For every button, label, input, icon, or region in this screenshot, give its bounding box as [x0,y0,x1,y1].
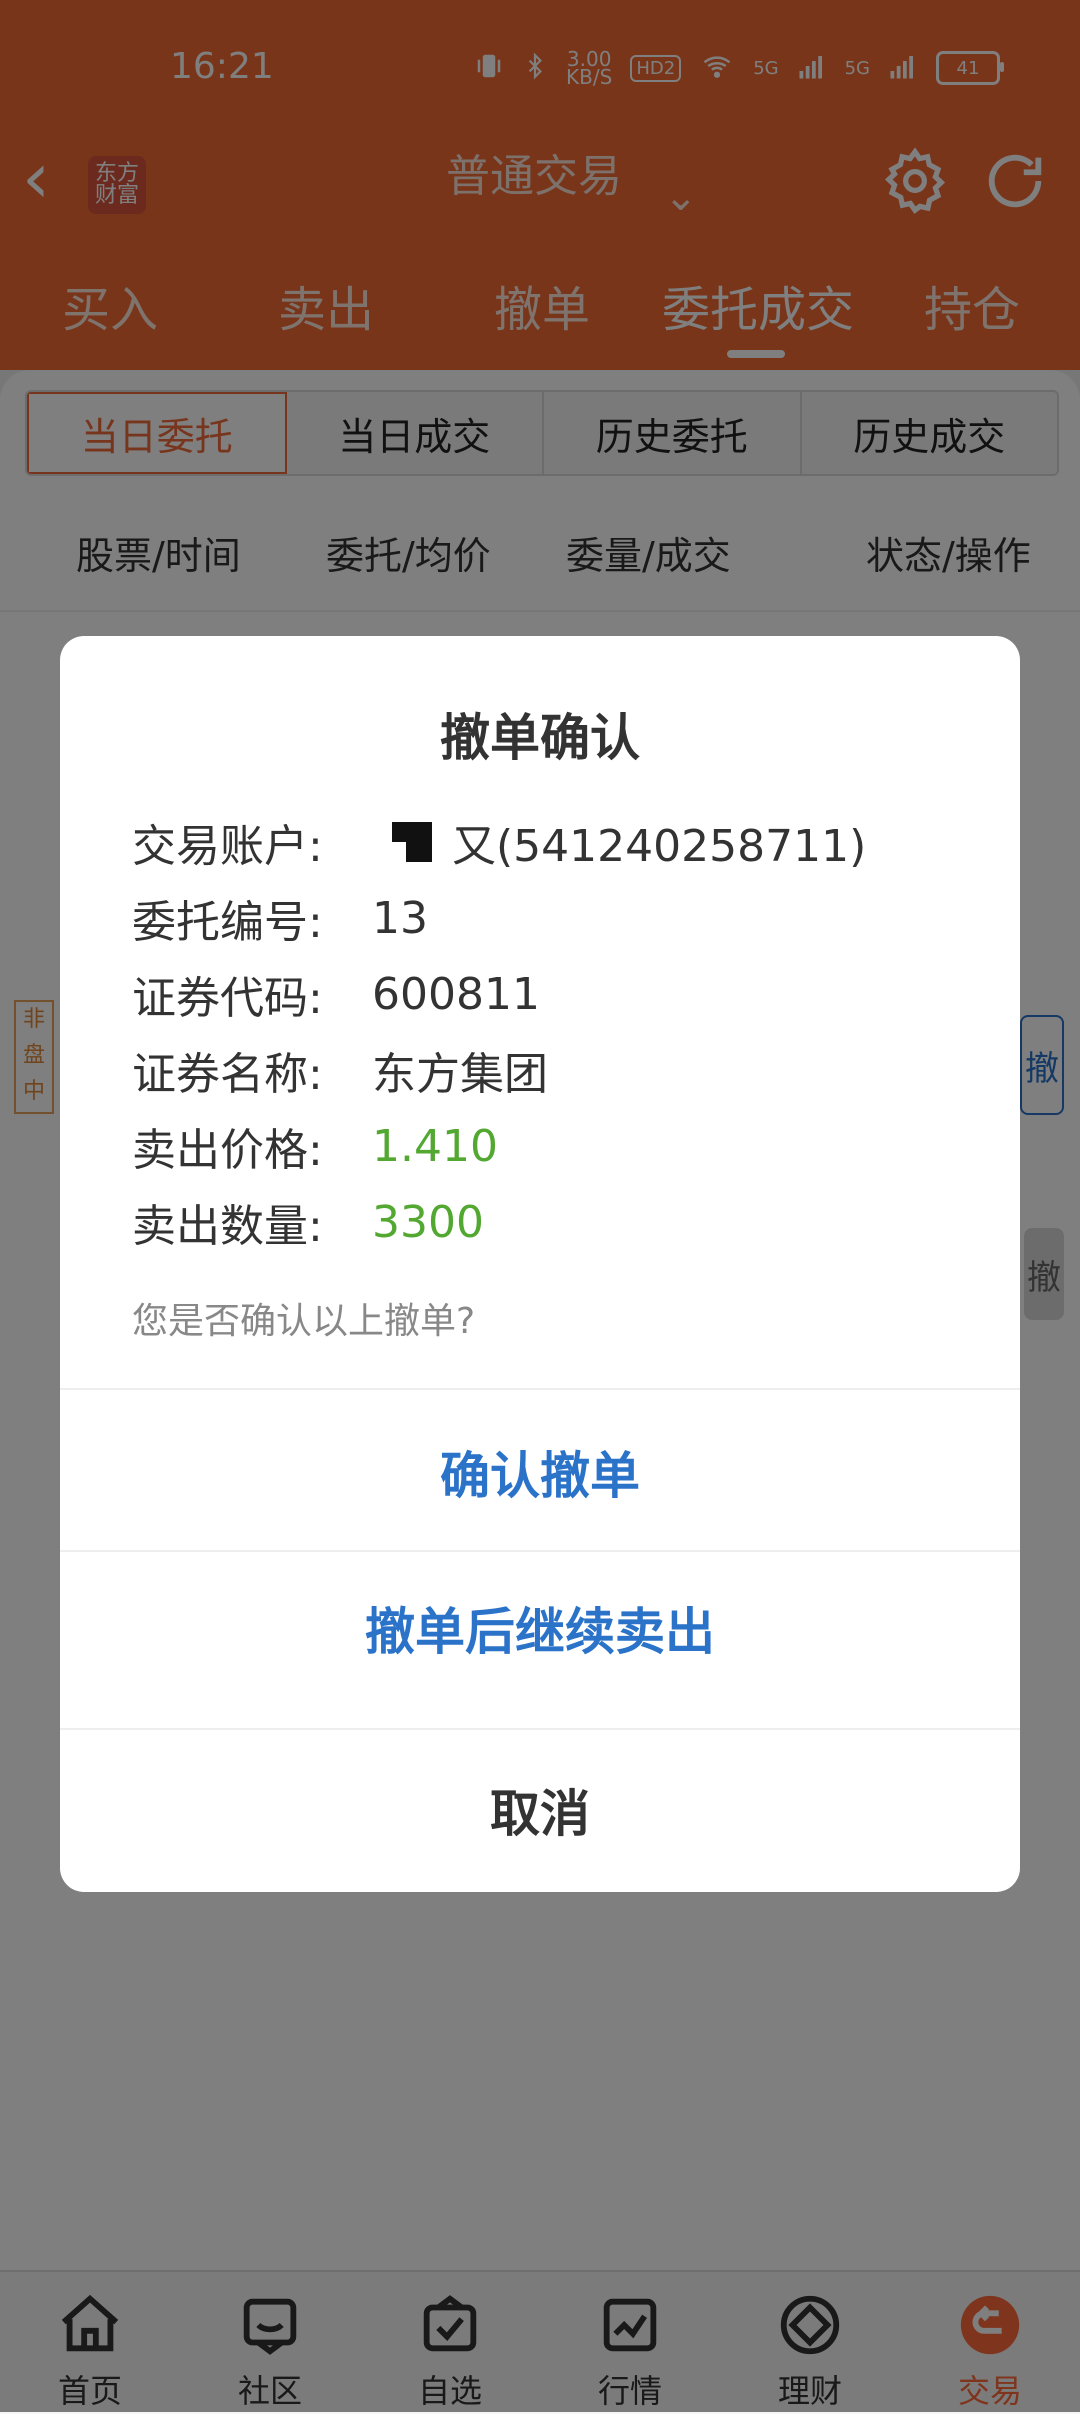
divider-2 [60,1550,1020,1552]
label-name: 证券名称: [132,1049,323,1100]
value-code: 600811 [372,968,540,1020]
order-info: 交易账户: 又(541240258711) 委托编号: 13 证券代码: 600… [132,804,972,1260]
cancel-confirm-dialog: 撤单确认 交易账户: 又(541240258711) 委托编号: 13 证券代码… [60,636,1020,1892]
cancel-and-sell-button[interactable]: 撤单后继续卖出 [60,1592,1020,1664]
label-code: 证券代码: [132,973,323,1024]
label-account: 交易账户: [132,821,323,872]
divider-3 [60,1728,1020,1730]
confirm-question: 您是否确认以上撤单? [132,1301,476,1342]
info-row-order-id: 委托编号: 13 [132,880,972,956]
label-price: 卖出价格: [132,1125,323,1176]
divider-1 [60,1388,1020,1390]
value-account: 又(541240258711) [452,821,867,872]
info-row-name: 证券名称: 东方集团 [132,1032,972,1108]
info-row-quantity: 卖出数量: 3300 [132,1184,972,1260]
value-order-id: 13 [372,892,428,944]
info-row-account: 交易账户: 又(541240258711) [132,804,972,880]
value-name: 东方集团 [372,1049,548,1100]
app-root: 16:21 3.00 KB/S HD2 5G [0,0,1080,2414]
info-row-code: 证券代码: 600811 [132,956,972,1032]
info-row-price: 卖出价格: 1.410 [132,1108,972,1184]
cancel-button[interactable]: 取消 [60,1774,1020,1846]
value-quantity: 3300 [372,1196,484,1248]
label-order-id: 委托编号: [132,897,323,948]
label-quantity: 卖出数量: [132,1201,323,1252]
confirm-cancel-button[interactable]: 确认撤单 [60,1436,1020,1508]
value-price: 1.410 [372,1120,498,1172]
dialog-title: 撤单确认 [440,709,640,767]
masked-account-icon [392,822,432,862]
